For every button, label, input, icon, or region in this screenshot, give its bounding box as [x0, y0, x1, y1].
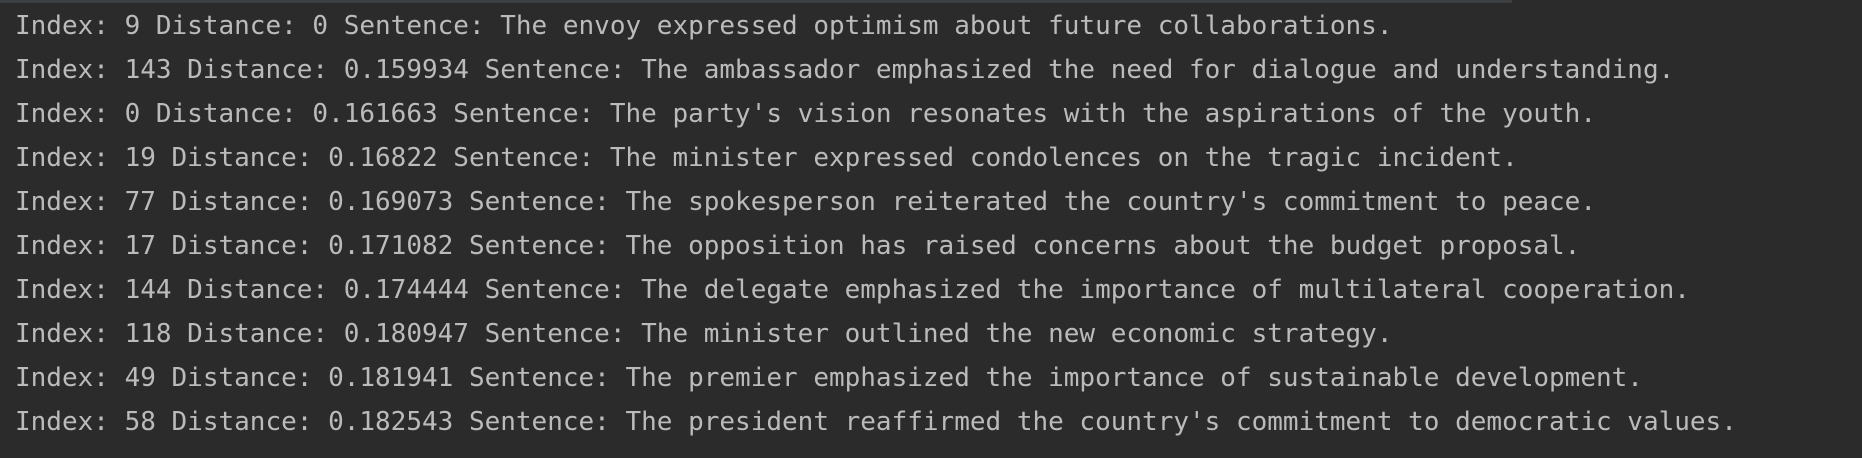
console-lines: Index: 9 Distance: 0 Sentence: The envoy… [15, 6, 1862, 446]
console-line: Index: 0 Distance: 0.161663 Sentence: Th… [15, 99, 1596, 129]
console-line: Index: 77 Distance: 0.169073 Sentence: T… [15, 187, 1596, 217]
console-output-panel[interactable]: Index: 9 Distance: 0 Sentence: The envoy… [0, 0, 1862, 458]
console-line: Index: 118 Distance: 0.180947 Sentence: … [15, 319, 1393, 349]
console-line: Index: 58 Distance: 0.182543 Sentence: T… [15, 407, 1737, 437]
console-line: Index: 49 Distance: 0.181941 Sentence: T… [15, 363, 1643, 393]
horizontal-scrollbar[interactable] [0, 0, 1512, 3]
console-line: Index: 19 Distance: 0.16822 Sentence: Th… [15, 143, 1518, 173]
console-line: Index: 143 Distance: 0.159934 Sentence: … [15, 55, 1675, 85]
console-line: Index: 144 Distance: 0.174444 Sentence: … [15, 275, 1690, 305]
console-line: Index: 9 Distance: 0 Sentence: The envoy… [15, 11, 1393, 41]
console-line: Index: 17 Distance: 0.171082 Sentence: T… [15, 231, 1581, 261]
